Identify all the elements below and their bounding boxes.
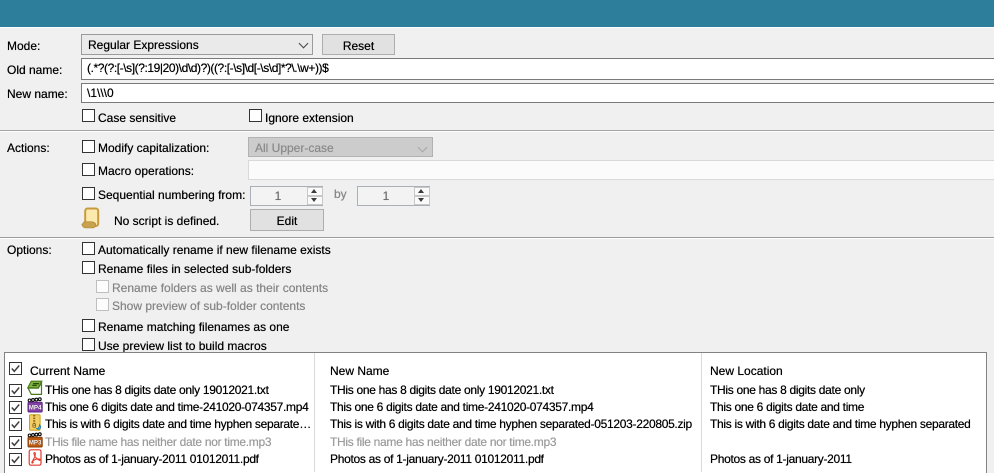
svg-text:MP4: MP4 [29, 405, 42, 412]
svg-text:MP3: MP3 [29, 439, 42, 446]
